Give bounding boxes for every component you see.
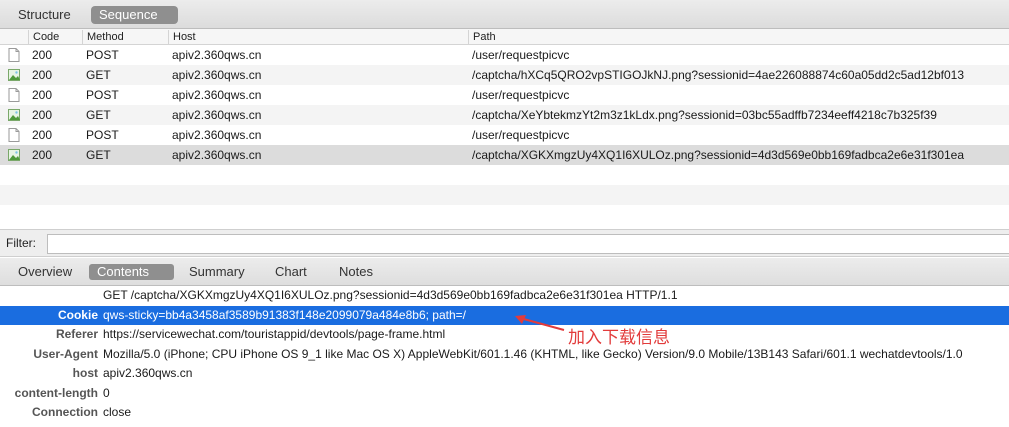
host: apiv2.360qws.cn xyxy=(172,68,262,82)
tab-notes[interactable]: Notes xyxy=(331,264,381,280)
status-code: 200 xyxy=(32,108,53,122)
header-value: apiv2.360qws.cn xyxy=(103,366,193,380)
column-host[interactable]: Host xyxy=(168,30,196,44)
header-row[interactable]: content-length 0 xyxy=(0,384,1009,404)
annotation-arrow-icon xyxy=(515,315,565,331)
table-row[interactable]: 200 POST apiv2.360qws.cn /user/requestpi… xyxy=(0,125,1009,145)
document-icon xyxy=(8,128,20,142)
path: /user/requestpicvc xyxy=(472,128,570,142)
status-code: 200 xyxy=(32,148,53,162)
path: /captcha/hXCq5QRO2vpSTIGOJkNJ.png?sessio… xyxy=(472,68,965,82)
column-method[interactable]: Method xyxy=(82,30,124,44)
path: /captcha/XGKXmgzUy4XQ1I6XULOz.png?sessio… xyxy=(472,148,965,162)
request-line-row[interactable]: GET /captcha/XGKXmgzUy4XQ1I6XULOz.png?se… xyxy=(0,286,1009,306)
filter-input[interactable] xyxy=(47,234,1009,254)
path: /user/requestpicvc xyxy=(472,88,570,102)
path: /captcha/XeYbtekmzYt2m3z1kLdx.png?sessio… xyxy=(472,108,937,122)
detail-tabs: Overview Contents Summary Chart Notes xyxy=(0,258,1009,286)
image-icon xyxy=(8,69,20,81)
path: /user/requestpicvc xyxy=(472,48,570,62)
header-value: close xyxy=(103,405,132,419)
image-icon xyxy=(8,149,20,161)
document-icon xyxy=(8,88,20,102)
table-row[interactable]: 200 GET apiv2.360qws.cn /captcha/XeYbtek… xyxy=(0,105,1009,125)
table-row-selected[interactable]: 200 GET apiv2.360qws.cn /captcha/XGKXmgz… xyxy=(0,145,1009,165)
method: GET xyxy=(86,108,111,122)
header-key: Cookie xyxy=(57,307,98,322)
method: POST xyxy=(86,88,119,102)
tab-chart[interactable]: Chart xyxy=(267,264,315,280)
table-row[interactable]: 200 POST apiv2.360qws.cn /user/requestpi… xyxy=(0,85,1009,105)
header-row[interactable]: Connection close xyxy=(0,403,1009,423)
document-icon xyxy=(8,48,20,62)
tab-structure[interactable]: Structure xyxy=(10,6,79,24)
request-list: 200 POST apiv2.360qws.cn /user/requestpi… xyxy=(0,45,1009,225)
request-headers: GET /captcha/XGKXmgzUy4XQ1I6XULOz.png?se… xyxy=(0,286,1009,423)
empty-row xyxy=(0,165,1009,185)
header-value: qws-sticky=bb4a3458af3589b91383f148e2099… xyxy=(103,307,466,322)
header-value: https://servicewechat.com/touristappid/d… xyxy=(103,327,446,341)
table-row[interactable]: 200 GET apiv2.360qws.cn /captcha/hXCq5QR… xyxy=(0,65,1009,85)
tab-overview[interactable]: Overview xyxy=(10,264,80,280)
header-row[interactable]: User-Agent Mozilla/5.0 (iPhone; CPU iPho… xyxy=(0,345,1009,365)
image-icon xyxy=(8,109,20,121)
column-icon[interactable] xyxy=(0,30,28,44)
tab-sequence[interactable]: Sequence xyxy=(91,6,178,24)
host: apiv2.360qws.cn xyxy=(172,88,262,102)
filter-label: Filter: xyxy=(6,236,36,250)
status-code: 200 xyxy=(32,88,53,102)
column-path[interactable]: Path xyxy=(468,30,496,44)
host: apiv2.360qws.cn xyxy=(172,48,262,62)
method: POST xyxy=(86,128,119,142)
method: GET xyxy=(86,148,111,162)
header-value: 0 xyxy=(103,385,110,400)
column-code[interactable]: Code xyxy=(28,30,59,44)
request-table-header: Code Method Host Path xyxy=(0,29,1009,45)
table-row[interactable]: 200 POST apiv2.360qws.cn /user/requestpi… xyxy=(0,45,1009,65)
view-switcher: Structure Sequence xyxy=(0,0,1009,29)
request-line: GET /captcha/XGKXmgzUy4XQ1I6XULOz.png?se… xyxy=(103,288,678,302)
method: POST xyxy=(86,48,119,62)
header-row[interactable]: host apiv2.360qws.cn xyxy=(0,364,1009,384)
tab-summary[interactable]: Summary xyxy=(181,264,253,280)
header-key: host xyxy=(72,366,98,380)
status-code: 200 xyxy=(32,68,53,82)
header-row-selected[interactable]: Cookie qws-sticky=bb4a3458af3589b91383f1… xyxy=(0,305,1009,325)
filter-bar: Filter: xyxy=(0,229,1009,257)
header-row[interactable]: Referer https://servicewechat.com/touris… xyxy=(0,325,1009,345)
host: apiv2.360qws.cn xyxy=(172,148,262,162)
header-key: Connection xyxy=(32,405,98,419)
annotation-text: 加入下载信息 xyxy=(568,328,670,348)
status-code: 200 xyxy=(32,48,53,62)
host: apiv2.360qws.cn xyxy=(172,108,262,122)
status-code: 200 xyxy=(32,128,53,142)
header-key: content-length xyxy=(14,385,98,400)
tab-contents[interactable]: Contents xyxy=(89,264,174,280)
header-key: Referer xyxy=(55,327,98,341)
header-value: Mozilla/5.0 (iPhone; CPU iPhone OS 9_1 l… xyxy=(103,346,963,361)
host: apiv2.360qws.cn xyxy=(172,128,262,142)
method: GET xyxy=(86,68,111,82)
header-key: User-Agent xyxy=(33,346,98,361)
empty-row xyxy=(0,185,1009,205)
empty-row xyxy=(0,205,1009,225)
